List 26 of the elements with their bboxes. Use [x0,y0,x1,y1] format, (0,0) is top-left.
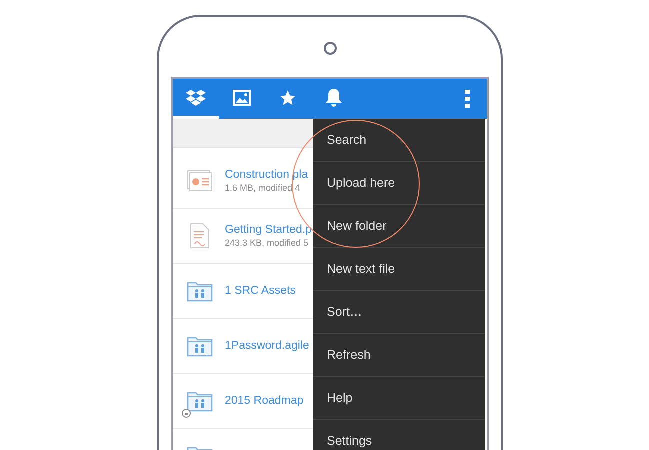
menu-item[interactable]: Refresh [313,334,485,377]
bell-icon [325,88,343,108]
more-icon [464,90,470,108]
camera-dot [324,42,336,55]
star-icon [279,88,297,106]
menu-item[interactable]: Search [313,119,485,162]
file-details: 243.3 KB, modified 5 [225,238,310,248]
shared-folder-icon [187,335,213,357]
file-name: Construction pla [225,169,308,181]
file-details: 1.6 MB, modified 4 [225,183,302,193]
file-name: Getting Started.p [225,224,312,236]
image-icon [233,90,251,106]
box-logo-icon [186,88,206,106]
menu-item[interactable]: Upload here [313,162,485,205]
menu-item[interactable]: New folder [313,205,485,248]
shared-folder-icon [187,280,213,302]
file-name: 1 SRC Assets [225,285,296,297]
presentation-file-icon [187,170,213,192]
menu-item[interactable]: New text file [313,248,485,291]
file-name: 2015 Roadmap [225,395,304,407]
menu-item[interactable]: Help [313,377,485,420]
shared-folder-icon [187,390,213,412]
document-file-icon [190,223,210,249]
menu-item[interactable]: Settings [313,420,485,450]
file-name: 1Password.agile [225,340,310,352]
menu-item[interactable]: Sort… [313,291,485,334]
